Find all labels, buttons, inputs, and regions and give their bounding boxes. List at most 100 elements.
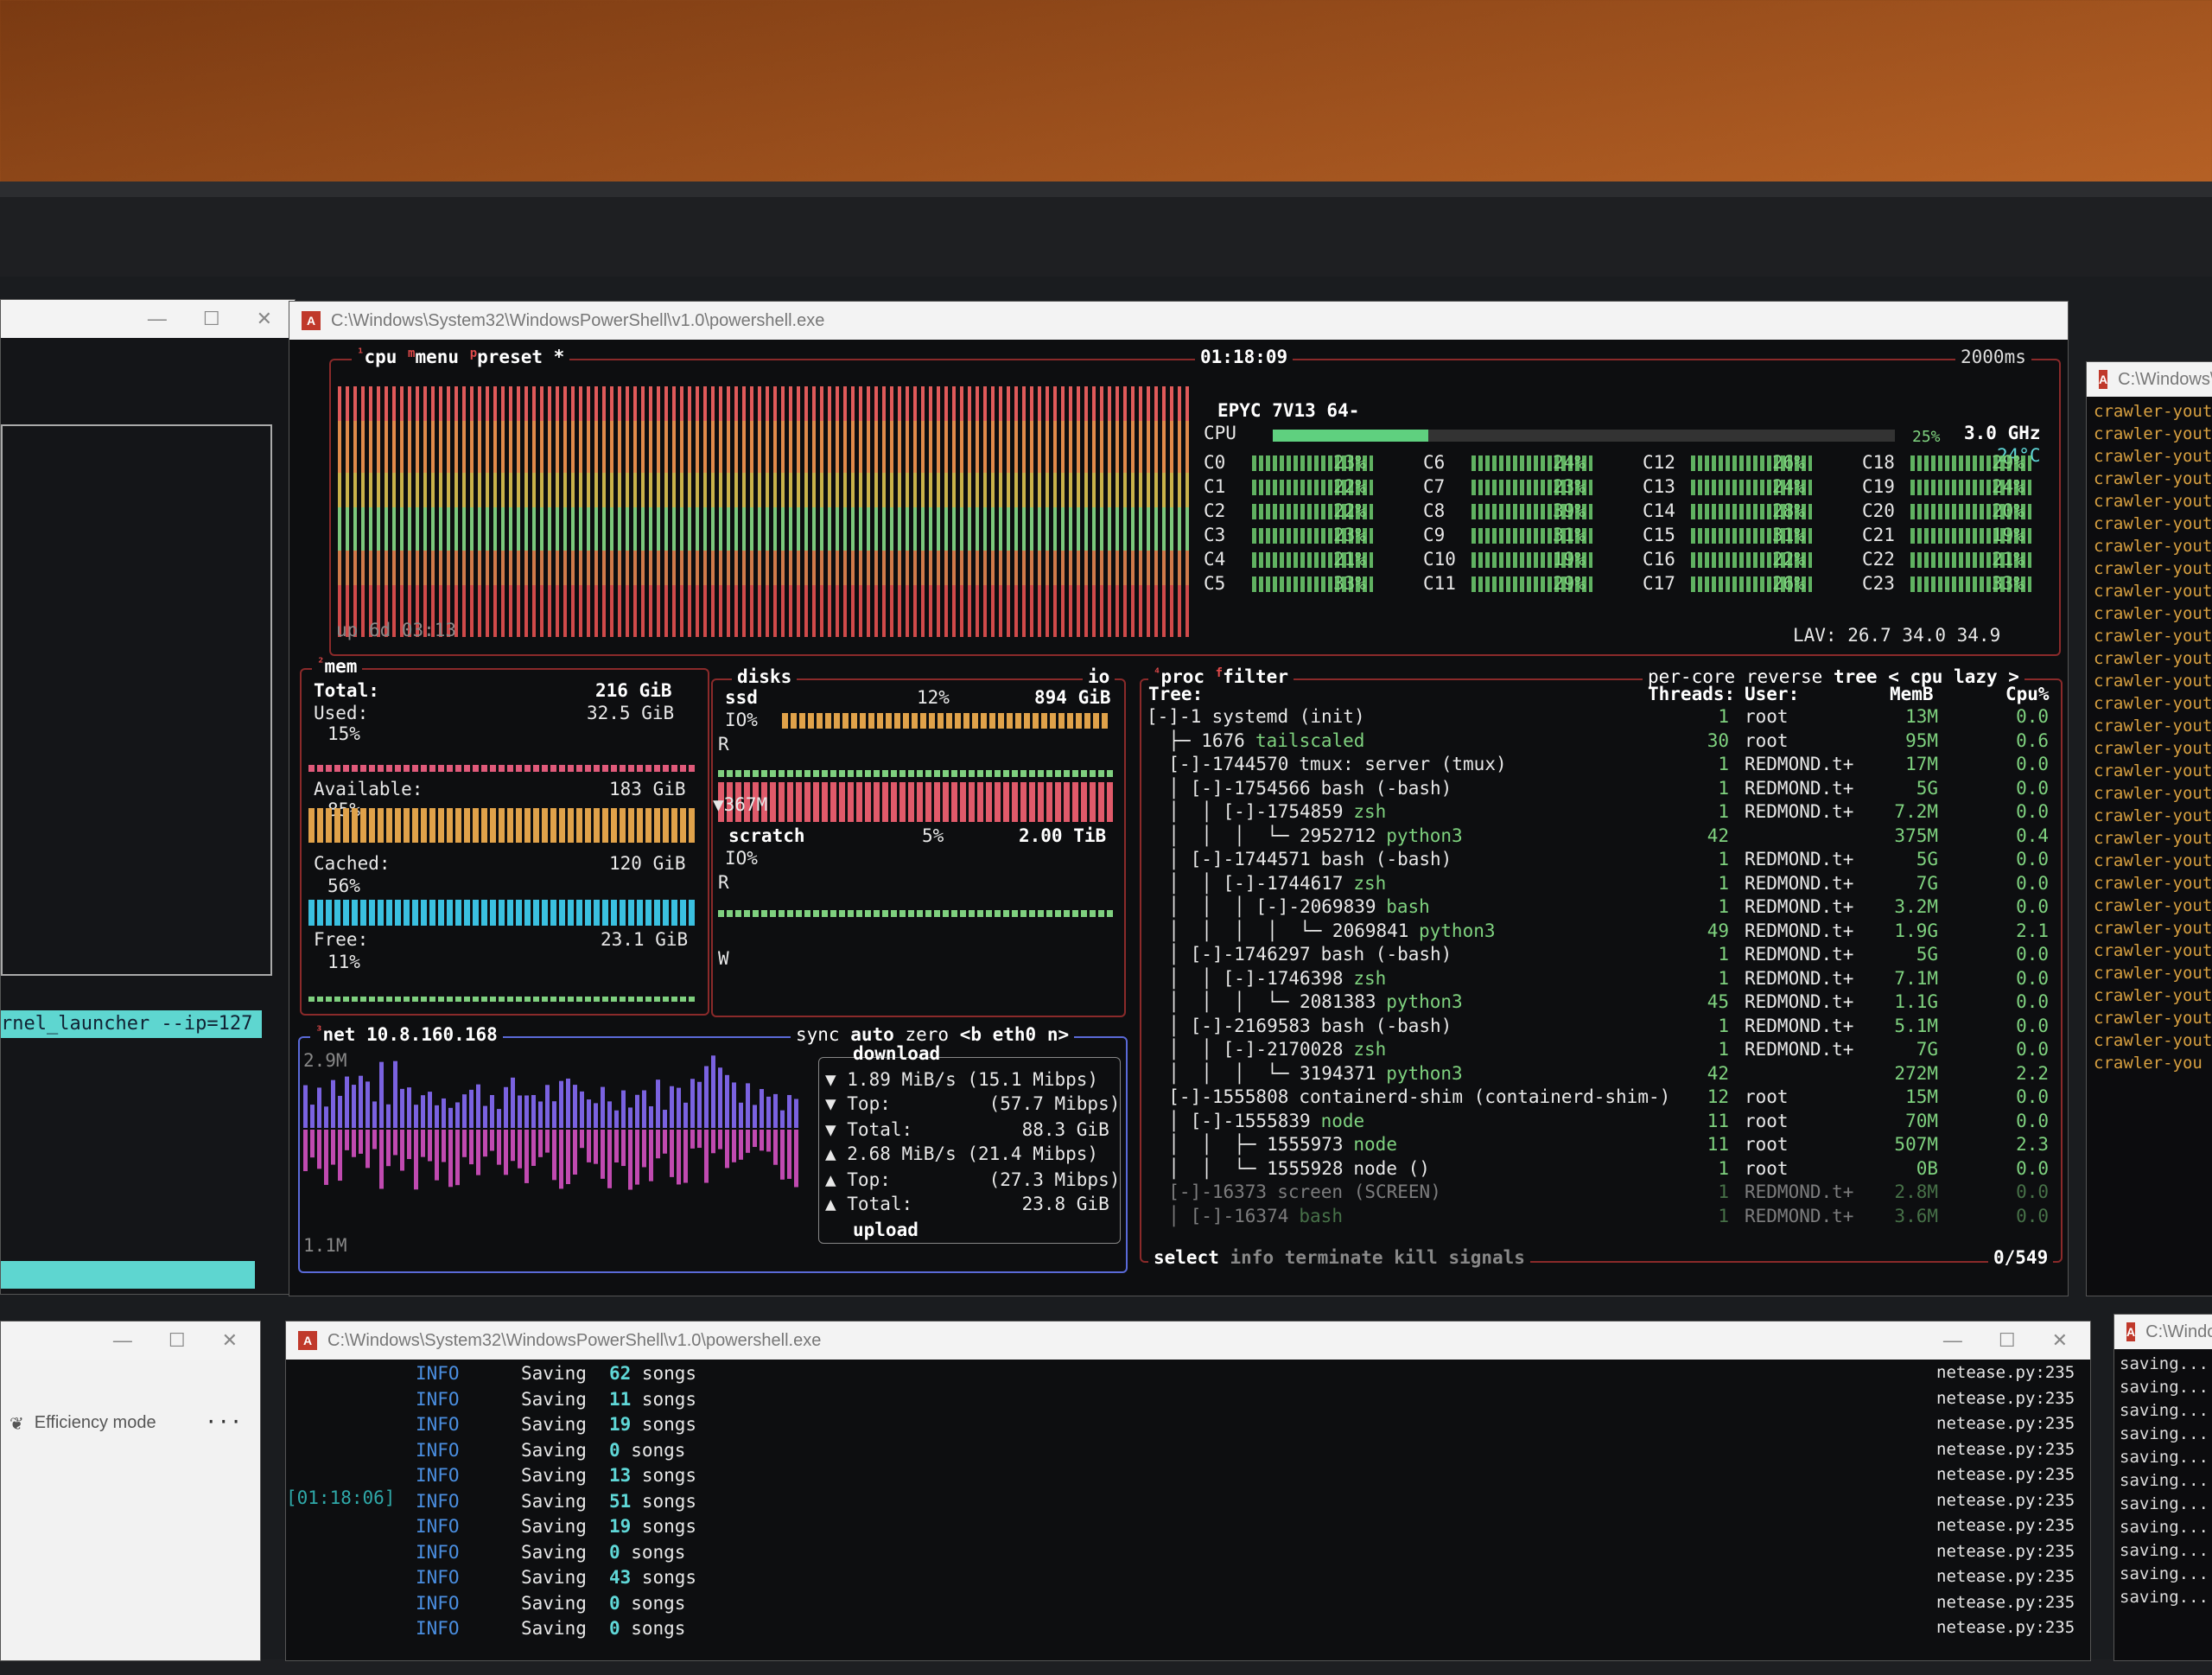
minimize-icon[interactable]: —	[1943, 1329, 1962, 1352]
table-row[interactable]: │ │ │ └─ 3194371 python3 42 272M 2.2	[1141, 1063, 2057, 1086]
net-upload-bar	[359, 1130, 363, 1154]
proc-tree: │ [-]-1746297	[1147, 944, 1322, 965]
maximize-icon[interactable]: ☐	[203, 308, 220, 330]
maximize-icon[interactable]: ☐	[168, 1329, 186, 1352]
signals-button[interactable]: signals	[1448, 1247, 1525, 1268]
close-icon[interactable]: ✕	[222, 1329, 238, 1352]
table-row[interactable]: [-]-1555808 containerd-shim (containerd-…	[1141, 1086, 2057, 1110]
core-pct: 33%	[1992, 573, 2024, 594]
net-download-bar	[601, 1086, 605, 1128]
log-source: netease.py:235	[1936, 1618, 2075, 1637]
mem-label[interactable]: mem	[324, 656, 357, 677]
terminate-button[interactable]: terminate	[1285, 1247, 1383, 1268]
right-window[interactable]: AC:\Windows\S crawler-youtcrawler-youtcr…	[2086, 361, 2212, 1296]
table-row[interactable]: │ │ │ └─ 2081383 python3 45 REDMOND.t+ 1.1G…	[1141, 991, 2057, 1015]
log-source: netease.py:235	[1936, 1414, 2075, 1433]
log-line: saving...	[2120, 1448, 2209, 1467]
net-download-bar	[531, 1094, 536, 1128]
io-toggle[interactable]: io	[1083, 666, 1116, 687]
net-upload-bar	[511, 1130, 515, 1162]
proc-mem: 7G	[1916, 1039, 1938, 1060]
net-download-bar	[663, 1110, 667, 1128]
net-upload-bar	[601, 1130, 605, 1179]
net-upload-bar	[538, 1130, 543, 1157]
cpu-label[interactable]: cpu	[364, 347, 397, 367]
proc-tree: ├─ 1676	[1147, 729, 1256, 751]
info-button[interactable]: info	[1230, 1247, 1274, 1268]
net-download-bar	[407, 1087, 411, 1128]
bottom-window[interactable]: A C:\Windows\System32\WindowsPowerShell\…	[285, 1321, 2091, 1661]
tree-toggle[interactable]: tree	[1834, 666, 1878, 687]
minimize-icon[interactable]: —	[113, 1329, 132, 1352]
net-sync-toggle[interactable]: sync	[796, 1024, 840, 1045]
more-options-icon[interactable]: ···	[205, 1410, 242, 1434]
table-row[interactable]: │ │ │ │ └─ 2069841 python3 49 REDMOND.t+ 1.…	[1141, 920, 2057, 944]
mem-free-bar	[308, 997, 697, 1002]
table-row[interactable]: │ [-]-1744571 bash (-bash) 1 REDMOND.t+ 5G 0…	[1141, 849, 2057, 872]
disks-label[interactable]: disks	[732, 666, 798, 687]
log-line: crawler-yout	[2094, 941, 2212, 960]
core-name: C20	[1862, 500, 1895, 521]
maximize-icon[interactable]: ☐	[1999, 1329, 2016, 1352]
close-icon[interactable]: ✕	[2052, 1329, 2068, 1352]
net-box: ³net 10.8.160.168 sync auto zero <b eth0…	[298, 1024, 1128, 1273]
right-bottom-log: saving... saving... saving... saving... savi…	[2120, 1353, 2209, 1609]
net-zero-toggle[interactable]: zero	[905, 1024, 949, 1045]
log-level: INFO	[416, 1363, 460, 1384]
proc-threads: 1	[1718, 1039, 1729, 1060]
table-row[interactable]: │ [-]-1746297 bash (-bash) 1 REDMOND.t+ 5G 0…	[1141, 944, 2057, 967]
left-window[interactable]: — ☐ ✕ rnel_launcher --ip=127	[0, 299, 296, 1295]
table-row[interactable]: ├─ 1676 tailscaled 30 root 95M 0.6	[1141, 730, 2057, 754]
core-name: C0	[1204, 452, 1226, 473]
update-interval[interactable]: 2000ms	[1955, 347, 2031, 367]
net-upload-bar	[614, 1130, 619, 1162]
powershell-icon: A	[302, 311, 321, 330]
cpu-box-header: ¹cpu mmenu ppreset *	[352, 347, 570, 367]
table-row[interactable]: │ [-]-16374 bash 1 REDMOND.t+ 3.6M 0.0	[1141, 1206, 2057, 1229]
task-manager-window[interactable]: — ☐ ✕ ❦ Efficiency mode ···	[0, 1321, 261, 1661]
log-tail: songs	[631, 1490, 697, 1512]
net-upload-bar	[442, 1130, 446, 1162]
table-row[interactable]: │ [-]-1754566 bash (-bash) 1 REDMOND.t+ 5G 0…	[1141, 778, 2057, 801]
close-icon[interactable]: ✕	[257, 308, 272, 330]
btop-titlebar: A C:\Windows\System32\WindowsPowerShell\…	[289, 302, 2068, 340]
log-tail: songs	[631, 1414, 697, 1435]
log-line: crawler-yout	[2094, 1031, 2212, 1050]
proc-filter[interactable]: filter	[1223, 666, 1288, 687]
table-row[interactable]: [-]-16373 screen (SCREEN) 1 REDMOND.t+ 2.8M…	[1141, 1181, 2057, 1205]
efficiency-mode-button[interactable]: ❦ Efficiency mode	[10, 1413, 156, 1435]
net-label[interactable]: net	[322, 1024, 355, 1045]
table-row[interactable]: │ │ └─ 1555928 node () 1 root 0B 0.0	[1141, 1158, 2057, 1181]
preset-button[interactable]: preset *	[477, 347, 564, 367]
table-row[interactable]: │ │ │ └─ 2952712 python3 42 375M 0.4	[1141, 825, 2057, 849]
net-interface-select[interactable]: <b eth0 n>	[960, 1024, 1069, 1045]
kill-button[interactable]: kill	[1394, 1247, 1438, 1268]
cpu-total-label: CPU	[1204, 423, 1236, 443]
table-row[interactable]: │ │ [-]-1746398 zsh 1 REDMOND.t+ 7.1M 0.0	[1141, 968, 2057, 991]
table-row[interactable]: │ │ ├─ 1555973 node 11 root 507M 2.3	[1141, 1134, 2057, 1157]
net-auto-toggle[interactable]: auto	[850, 1024, 894, 1045]
table-row[interactable]: │ [-]-2169583 bash (-bash) 1 REDMOND.t+ 5.1…	[1141, 1016, 2057, 1039]
minimize-icon[interactable]: —	[148, 308, 167, 330]
table-row[interactable]: │ │ [-]-1754859 zsh 1 REDMOND.t+ 7.2M 0.0	[1141, 801, 2057, 825]
btop-window[interactable]: A C:\Windows\System32\WindowsPowerShell\…	[289, 301, 2069, 1296]
table-row[interactable]: │ │ [-]-2170028 zsh 1 REDMOND.t+ 7G 0.0	[1141, 1039, 2057, 1062]
table-row[interactable]: │ │ │ [-]-2069839 bash 1 REDMOND.t+ 3.2M 0.0	[1141, 896, 2057, 920]
proc-user: REDMOND.t+	[1745, 872, 1854, 894]
net-download-bar	[393, 1060, 397, 1128]
table-row[interactable]: [-]-1 systemd (init) 1 root 13M 0.0	[1141, 706, 2057, 729]
log-count: 13	[609, 1465, 632, 1486]
net-download-bar	[545, 1085, 550, 1128]
log-level: INFO	[416, 1592, 460, 1614]
mem-free: 23.1 GiB	[601, 929, 689, 950]
net-download-total: ▼ Total: 88.3 GiB	[825, 1119, 1109, 1140]
proc-tree: │ │ │ [-]-2069839	[1147, 896, 1388, 917]
table-row[interactable]: │ [-]-1555839 node 11 root 70M 0.0	[1141, 1111, 2057, 1134]
core-pct: 23%	[1553, 476, 1586, 497]
right-bottom-window[interactable]: A C:\Windo saving... saving... saving... sav…	[2113, 1314, 2212, 1661]
table-row[interactable]: [-]-1744570 tmux: server (tmux) 1 REDMOND.…	[1141, 754, 2057, 777]
select-button[interactable]: select	[1154, 1247, 1219, 1268]
table-row[interactable]: │ │ [-]-1744617 zsh 1 REDMOND.t+ 7G 0.0	[1141, 873, 2057, 896]
menu-button[interactable]: menu	[415, 347, 459, 367]
net-upload-bar	[787, 1130, 791, 1179]
